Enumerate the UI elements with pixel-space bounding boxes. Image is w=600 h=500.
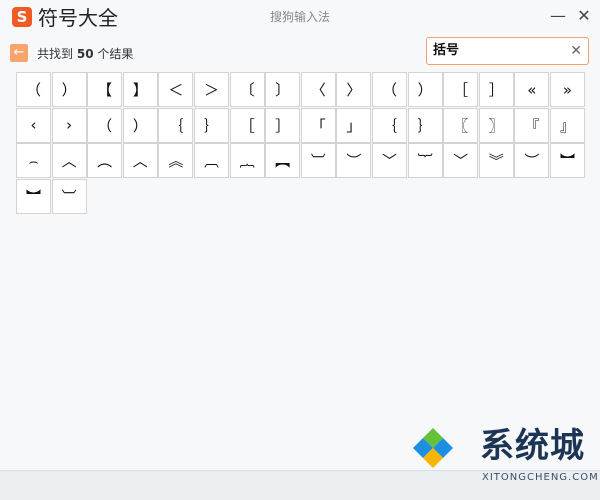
symbol-cell[interactable]: ︶ xyxy=(514,143,550,179)
symbol-cell[interactable]: ］ xyxy=(265,107,301,143)
symbol-cell[interactable]: ︻ xyxy=(265,143,301,179)
symbol-cell[interactable]: 」 xyxy=(336,107,372,143)
symbol-cell[interactable]: 』 xyxy=(550,107,585,143)
symbol-cell[interactable]: （ xyxy=(87,107,123,143)
symbol-cell[interactable]: 〉 xyxy=(336,72,372,107)
symbol-cell[interactable]: ｝ xyxy=(407,107,443,143)
symbol-cell[interactable]: ︿ xyxy=(122,143,158,179)
symbol-cell[interactable]: 〔 xyxy=(229,72,265,107)
symbol-cell[interactable]: ︽ xyxy=(158,143,194,179)
watermark-text: 系统城 xyxy=(480,426,585,466)
symbol-cell[interactable]: ⌢ xyxy=(16,143,51,179)
back-button[interactable]: ← xyxy=(10,44,28,62)
symbol-cell[interactable]: ） xyxy=(407,72,443,107)
close-button[interactable]: ✕ xyxy=(574,6,594,26)
symbol-cell[interactable]: ︶ xyxy=(336,143,372,179)
symbol-cell[interactable]: » xyxy=(550,72,585,107)
symbol-cell[interactable]: ︵ xyxy=(87,143,123,179)
symbol-cell[interactable]: ︷ xyxy=(229,143,265,179)
result-count-text: 共找到 50 个结果 xyxy=(37,47,134,61)
minimize-button[interactable]: — xyxy=(548,6,568,26)
symbol-cell[interactable]: ［ xyxy=(443,72,479,107)
symbol-cell[interactable]: 【 xyxy=(87,72,123,107)
window-title: 搜狗输入法 xyxy=(269,10,330,24)
symbol-cell[interactable]: ｝ xyxy=(194,107,229,143)
symbol-cell[interactable]: ︼ xyxy=(16,178,51,214)
symbol-cell[interactable]: ＞ xyxy=(194,72,229,107)
symbol-cell[interactable]: 『 xyxy=(514,107,550,143)
search-box[interactable]: ✕ xyxy=(426,37,589,65)
symbol-cell[interactable]: 】 xyxy=(122,72,158,107)
arrow-left-icon: ← xyxy=(13,45,25,60)
symbol-cell[interactable]: 〈 xyxy=(300,72,336,107)
symbol-cell[interactable]: （ xyxy=(372,72,407,107)
symbol-cell[interactable]: ） xyxy=(122,107,158,143)
symbol-cell[interactable]: ﹀ xyxy=(372,143,407,179)
symbol-cell[interactable]: ［ xyxy=(229,107,265,143)
symbol-cell[interactable]: ︿ xyxy=(51,143,87,179)
symbol-cell[interactable]: 〗 xyxy=(478,107,514,143)
symbol-cell[interactable]: ︺ xyxy=(51,178,87,214)
symbol-cell[interactable]: 〕 xyxy=(265,72,301,107)
result-count: 50 xyxy=(76,47,94,61)
symbol-cell[interactable]: ｛ xyxy=(372,107,407,143)
symbol-cell[interactable]: ︹ xyxy=(194,143,229,179)
clear-icon[interactable]: ✕ xyxy=(570,41,582,61)
symbol-cell[interactable]: 〖 xyxy=(443,107,479,143)
symbol-cell[interactable]: ︸ xyxy=(407,143,443,179)
watermark-subtext: XITONGCHENG.COM xyxy=(482,472,599,483)
symbol-cell[interactable]: ） xyxy=(51,72,87,107)
symbol-cell[interactable]: ＜ xyxy=(158,72,194,107)
symbol-cell[interactable]: ︺ xyxy=(300,143,336,179)
symbol-cell[interactable]: 「 xyxy=(300,107,336,143)
symbol-cell[interactable]: ︾ xyxy=(478,143,514,179)
symbol-cell[interactable]: ︼ xyxy=(550,143,585,179)
symbol-cell[interactable]: ‹ xyxy=(16,107,51,143)
watermark-logo-icon xyxy=(413,428,453,468)
symbol-cell[interactable]: ］ xyxy=(478,72,514,107)
symbol-cell[interactable]: （ xyxy=(16,72,51,107)
symbol-cell[interactable]: ｛ xyxy=(158,107,194,143)
symbol-cell[interactable]: « xyxy=(514,72,550,107)
symbol-cell[interactable]: ﹀ xyxy=(443,143,479,179)
title-bar: S 符号大全 搜狗输入法 — ✕ xyxy=(0,0,600,36)
search-input[interactable] xyxy=(433,42,563,60)
symbol-cell[interactable]: › xyxy=(51,107,87,143)
